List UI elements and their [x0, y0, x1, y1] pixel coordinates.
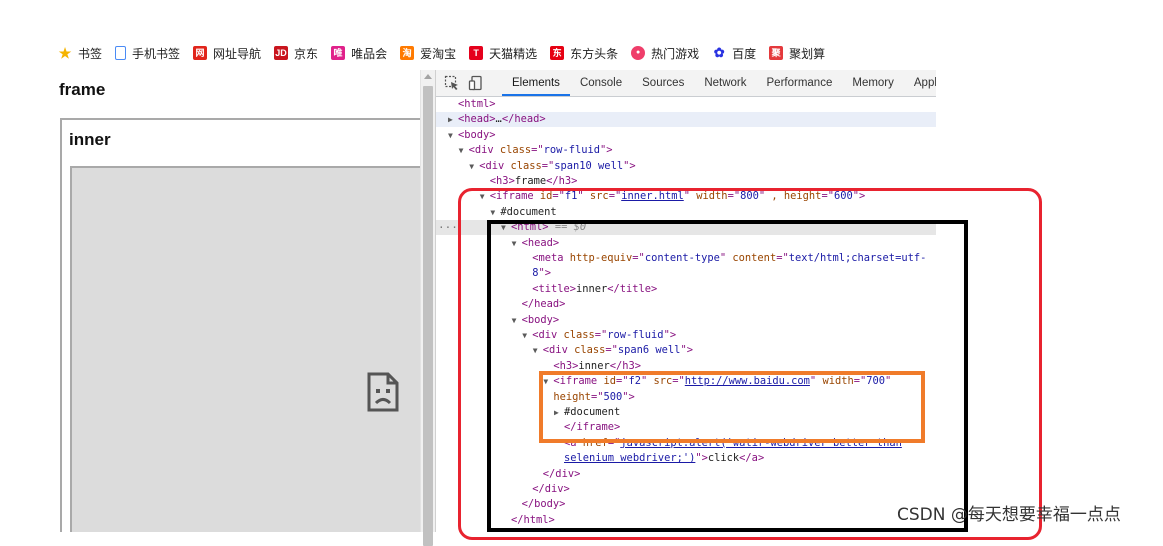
outer-iframe-f1: inner: [60, 118, 420, 532]
tab-memory[interactable]: Memory: [842, 70, 904, 96]
bookmark-label: 书签: [78, 46, 103, 61]
tab-elements[interactable]: Elements: [502, 70, 570, 96]
watermark: CSDN @每天想要幸福一点点: [897, 505, 1121, 525]
dom-node-code: <h3>frame</h3>: [489, 175, 578, 187]
bookmark-label: 百度: [732, 46, 757, 61]
tab-console[interactable]: Console: [570, 70, 632, 96]
tab-network[interactable]: Network: [694, 70, 756, 96]
tmall-icon: T: [469, 46, 484, 60]
expanded-triangle-icon[interactable]: ▼: [459, 143, 469, 158]
bookmark-nav[interactable]: 网网址导航: [193, 45, 261, 62]
juhuasuan-icon: 聚: [769, 46, 784, 60]
bookmark-label: 爱淘宝: [420, 46, 457, 61]
bookmark-game[interactable]: ● 热门游戏: [631, 45, 699, 62]
bookmark-label: 手机书签: [132, 46, 181, 61]
bookmarks-bar: ★ 书签 手机书签网网址导航 JD 京东唯唯品会淘爱淘宝 T 天猫精选东东方头条 ● 热门游戏 ✿…: [58, 44, 838, 62]
device-toolbar-icon[interactable]: [468, 75, 484, 91]
bookmark-jd[interactable]: JD 京东: [274, 45, 318, 62]
dom-node-code: <body>: [458, 128, 496, 141]
dom-node-line[interactable]: ▼ <body>: [436, 128, 936, 143]
dom-node-line[interactable]: <h3>frame</h3>: [436, 174, 936, 189]
jd-icon: JD: [274, 46, 289, 60]
inner-heading: inner: [69, 130, 111, 149]
dom-node-code: <div class="span10 well">: [479, 159, 636, 172]
bookmark-label: 京东: [294, 46, 319, 61]
dom-node-code: <head>…</head>: [458, 113, 546, 126]
bookmark-juhuasuan[interactable]: 聚聚划算: [769, 45, 825, 62]
expanded-triangle-icon[interactable]: ▼: [448, 128, 458, 143]
scroll-thumb[interactable]: [423, 86, 433, 546]
bookmark-label: 唯品会: [351, 46, 388, 61]
bookmark-label: 热门游戏: [651, 46, 700, 61]
baidu-icon: ✿: [713, 45, 725, 60]
dom-node-line[interactable]: <html>: [436, 97, 936, 112]
vip-icon: 唯: [331, 46, 346, 60]
toutiao-icon: 东: [550, 46, 565, 60]
bookmark-label: 网址导航: [213, 46, 262, 61]
tab-performance[interactable]: Performance: [757, 70, 843, 96]
game-icon: ●: [631, 46, 646, 60]
page-viewport: frame inner: [52, 70, 420, 532]
bookmark-star[interactable]: ★ 书签: [58, 45, 102, 62]
tab-appl[interactable]: Appl: [904, 70, 936, 96]
orange-highlight-box: [539, 371, 925, 443]
inspect-element-icon[interactable]: [444, 75, 460, 91]
inner-iframe-f2: [70, 166, 420, 532]
devtools-tabs: Elements Console Sources Network Performance…: [502, 70, 936, 96]
bookmark-taobao[interactable]: 淘爱淘宝: [400, 45, 456, 62]
expanded-triangle-icon[interactable]: ▼: [469, 159, 479, 174]
sad-page-icon: [366, 372, 400, 417]
bookmark-label: 聚划算: [789, 46, 826, 61]
bookmark-tmall[interactable]: T 天猫精选: [469, 45, 537, 62]
star-icon: ★: [58, 45, 72, 61]
bookmark-label: 东方头条: [570, 46, 619, 61]
dom-node-code: <html>: [458, 98, 496, 110]
collapsed-triangle-icon[interactable]: ▶: [448, 112, 458, 127]
bookmark-toutiao[interactable]: 东东方头条: [550, 45, 618, 62]
devtools-toolbar: Elements Console Sources Network Performance…: [436, 70, 936, 97]
frame-heading: frame: [59, 80, 106, 99]
dom-node-line[interactable]: ▼ <div class="span10 well">: [436, 159, 936, 174]
tab-sources[interactable]: Sources: [632, 70, 694, 96]
node-actions-dots-icon[interactable]: ···: [438, 220, 458, 235]
taobao-icon: 淘: [400, 46, 415, 60]
bookmark-phone-bookmark[interactable]: 手机书签: [115, 45, 180, 62]
bookmark-vip[interactable]: 唯唯品会: [331, 45, 387, 62]
phone-bookmark-icon: [115, 46, 127, 60]
scroll-up-arrow-icon[interactable]: [424, 74, 432, 79]
page-scrollbar[interactable]: [420, 70, 435, 546]
bookmark-label: 天猫精选: [489, 46, 538, 61]
dom-node-line[interactable]: ▶ <head>…</head>: [436, 112, 936, 128]
dom-node-code: <div class="row-fluid">: [468, 144, 613, 157]
bookmark-baidu[interactable]: ✿ 百度: [712, 45, 756, 62]
nav-icon: 网: [193, 46, 208, 60]
dom-node-line[interactable]: ▼ <div class="row-fluid">: [436, 143, 936, 158]
